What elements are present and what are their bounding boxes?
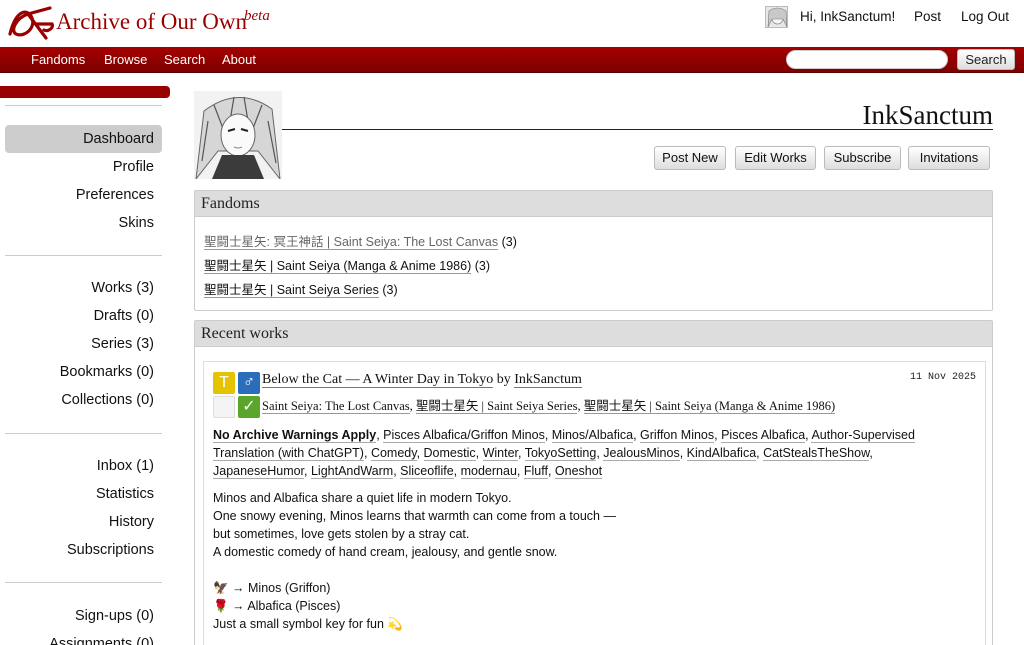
work-tags: No Archive Warnings Apply, Pisces Albafi…: [213, 428, 915, 479]
recent-works-heading: Recent works: [195, 321, 992, 347]
sidebar-item-collections[interactable]: Collections (0): [5, 386, 162, 414]
summary-line: One snowy evening, Minos learns that war…: [213, 509, 616, 523]
work-summary: Minos and Albafica share a quiet life in…: [213, 489, 913, 633]
tag-character[interactable]: Pisces Albafica: [721, 428, 806, 443]
tag-freeform[interactable]: TokyoSetting: [524, 446, 597, 461]
recent-works-panel: Recent works T ♂ ✓ Below the Cat — A Win…: [194, 320, 993, 645]
tag-freeform[interactable]: Sliceoflife: [400, 464, 454, 479]
tag-freeform[interactable]: LightAndWarm: [310, 464, 394, 479]
fandom-count: (3): [501, 235, 517, 249]
subscribe-button[interactable]: Subscribe: [824, 146, 901, 170]
rating-teen-icon[interactable]: T: [213, 372, 235, 394]
nav-search[interactable]: Search: [164, 52, 205, 67]
sidebar-item-subscriptions[interactable]: Subscriptions: [5, 536, 162, 564]
search-input[interactable]: [786, 50, 948, 69]
summary-line: Minos and Albafica share a quiet life in…: [213, 491, 512, 505]
work-fandom-link[interactable]: 聖闘士星矢 | Saint Seiya (Manga & Anime 1986): [583, 399, 836, 414]
work-heading: Below the Cat — A Winter Day in Tokyo by…: [262, 372, 582, 388]
fandoms-panel: Fandoms 聖闘士星矢: 冥王神話 | Saint Seiya: The L…: [194, 190, 993, 311]
fandom-link[interactable]: 聖闘士星矢 | Saint Seiya Series: [204, 283, 379, 298]
fandoms-heading: Fandoms: [195, 191, 992, 217]
crossover-blank-icon: [213, 396, 235, 418]
tag-relationship[interactable]: Minos/Albafica: [551, 428, 634, 443]
tag-character[interactable]: Griffon Minos: [640, 428, 715, 443]
fandom-item: 聖闘士星矢 | Saint Seiya (Manga & Anime 1986)…: [204, 255, 490, 274]
search-button[interactable]: Search: [957, 49, 1015, 70]
tag-freeform[interactable]: Comedy: [370, 446, 417, 461]
post-new-button[interactable]: Post New: [654, 146, 726, 170]
work-author-link[interactable]: InkSanctum: [514, 372, 582, 388]
ao3-logo-icon[interactable]: [6, 4, 56, 44]
tag-freeform[interactable]: Oneshot: [554, 464, 603, 479]
sidebar-item-history[interactable]: History: [5, 508, 162, 536]
tag-freeform[interactable]: Winter: [482, 446, 518, 461]
work-fandom-link[interactable]: Saint Seiya: The Lost Canvas: [262, 399, 410, 414]
invitations-button[interactable]: Invitations: [908, 146, 990, 170]
summary-line: but sometimes, love gets stolen by a str…: [213, 527, 470, 541]
tag-freeform[interactable]: Domestic: [423, 446, 476, 461]
tag-freeform[interactable]: JealousMinos: [603, 446, 680, 461]
avatar-image-icon: [194, 91, 282, 179]
work-fandom-link[interactable]: 聖闘士星矢 | Saint Seiya Series: [415, 399, 578, 414]
sidebar-item-series[interactable]: Series (3): [5, 330, 162, 358]
post-menu-link[interactable]: Post: [914, 9, 941, 24]
fandom-link[interactable]: 聖闘士星矢 | Saint Seiya (Manga & Anime 1986): [204, 259, 472, 274]
sidebar-item-skins[interactable]: Skins: [5, 209, 162, 237]
page-title-username: InkSanctum: [862, 100, 993, 130]
fandom-link[interactable]: 聖闘士星矢: 冥王神話 | Saint Seiya: The Lost Canv…: [204, 235, 499, 250]
work-blurb: T ♂ ✓ Below the Cat — A Winter Day in To…: [203, 361, 986, 645]
fandom-count: (3): [382, 283, 398, 297]
fandom-count: (3): [474, 259, 491, 273]
nav-about[interactable]: About: [222, 52, 256, 67]
sidebar-item-drafts[interactable]: Drafts (0): [5, 302, 162, 330]
summary-key-line: 🦅 → Minos (Griffon): [213, 581, 331, 595]
tag-warning[interactable]: No Archive Warnings Apply: [213, 428, 377, 443]
tag-relationship[interactable]: Pisces Albafica/Griffon Minos: [383, 428, 545, 443]
tag-freeform[interactable]: modernau: [460, 464, 517, 479]
work-title-link[interactable]: Below the Cat — A Winter Day in Tokyo: [262, 372, 494, 388]
sidebar-divider: [5, 105, 162, 106]
user-avatar-small[interactable]: [765, 6, 788, 28]
primary-nav: Fandoms Browse Search About Search: [0, 47, 1024, 73]
sidebar-divider: [5, 255, 162, 256]
tag-freeform[interactable]: KindAlbafica: [686, 446, 757, 461]
edit-works-button[interactable]: Edit Works: [735, 146, 816, 170]
category-mm-icon[interactable]: ♂: [238, 372, 260, 394]
fandom-item: 聖闘士星矢 | Saint Seiya Series (3): [204, 279, 398, 298]
summary-line: A domestic comedy of hand cream, jealous…: [213, 545, 558, 559]
tag-freeform[interactable]: JapaneseHumor: [213, 464, 305, 479]
log-out-link[interactable]: Log Out: [961, 9, 1009, 24]
nav-browse[interactable]: Browse: [104, 52, 147, 67]
sidebar-item-preferences[interactable]: Preferences: [5, 181, 162, 209]
site-header: Archive of Our Own beta Hi, InkSanctum! …: [0, 0, 1024, 47]
beta-label: beta: [244, 8, 270, 24]
sidebar-item-assignments[interactable]: Assignments (0): [5, 630, 162, 645]
sidebar-item-signups[interactable]: Sign-ups (0): [5, 602, 162, 630]
sidebar-item-profile[interactable]: Profile: [5, 153, 162, 181]
profile-avatar[interactable]: [194, 91, 282, 179]
avatar-image-icon: [766, 7, 787, 27]
sidebar-item-works[interactable]: Works (3): [5, 274, 162, 302]
summary-key-line: 🌹 → Albafica (Pisces): [213, 599, 341, 613]
tag-freeform[interactable]: CatStealsTheShow: [763, 446, 870, 461]
warnings-none-icon[interactable]: ✓: [238, 396, 260, 418]
sidebar-item-dashboard[interactable]: Dashboard: [5, 125, 162, 153]
site-title[interactable]: Archive of Our Own: [56, 9, 247, 35]
summary-key-line: Just a small symbol key for fun 💫: [213, 617, 403, 631]
summary-spacer: [213, 561, 913, 579]
fandom-item: 聖闘士星矢: 冥王神話 | Saint Seiya: The Lost Canv…: [204, 231, 517, 250]
work-by: by: [496, 372, 511, 387]
work-fandoms: Saint Seiya: The Lost Canvas, 聖闘士星矢 | Sa…: [262, 399, 836, 414]
sidebar-item-statistics[interactable]: Statistics: [5, 480, 162, 508]
sidebar-item-inbox[interactable]: Inbox (1): [5, 452, 162, 480]
nav-fandoms[interactable]: Fandoms: [31, 52, 85, 67]
sidebar-accent: [0, 86, 170, 98]
sidebar-divider: [5, 433, 162, 434]
greeting[interactable]: Hi, InkSanctum!: [800, 9, 895, 24]
sidebar-divider: [5, 582, 162, 583]
work-date: 11 Nov 2025: [909, 372, 976, 383]
sidebar-item-bookmarks[interactable]: Bookmarks (0): [5, 358, 162, 386]
tag-freeform[interactable]: Fluff: [523, 464, 548, 479]
